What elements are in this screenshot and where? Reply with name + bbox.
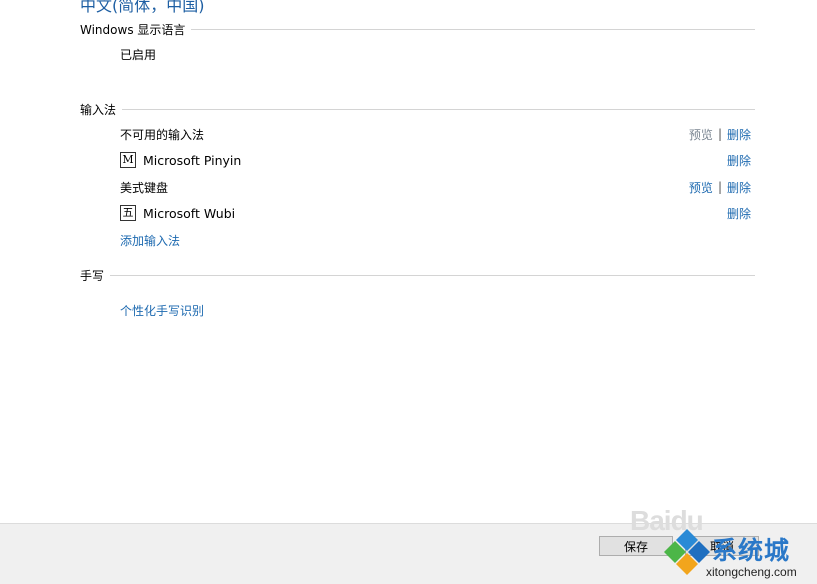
display-language-section: Windows 显示语言: [80, 21, 755, 37]
wubi-ime-icon: 五: [120, 205, 136, 221]
separator: |: [717, 180, 722, 194]
delete-link[interactable]: 删除: [727, 126, 751, 143]
input-method-row-pinyin: M Microsoft Pinyin 删除: [120, 151, 751, 169]
input-method-label: 不可用的输入法: [120, 127, 205, 142]
input-method-label: Microsoft Pinyin: [143, 152, 242, 168]
input-method-row-unavailable: 不可用的输入法 预览 | 删除: [120, 125, 751, 143]
input-methods-heading: 输入法: [80, 102, 117, 117]
divider: [110, 274, 755, 276]
personalize-handwriting-link[interactable]: 个性化手写识别: [120, 302, 204, 319]
input-method-label: Microsoft Wubi: [143, 205, 236, 221]
handwriting-section: 手写: [80, 267, 755, 283]
delete-link[interactable]: 删除: [727, 179, 751, 196]
save-button[interactable]: 保存: [599, 536, 673, 556]
input-method-label: 美式键盘: [120, 180, 169, 195]
delete-link[interactable]: 删除: [727, 205, 751, 222]
preview-link[interactable]: 预览: [689, 126, 713, 143]
delete-link[interactable]: 删除: [727, 152, 751, 169]
display-language-heading: Windows 显示语言: [80, 22, 186, 37]
xitongcheng-url: xitongcheng.com: [706, 565, 797, 579]
input-methods-section: 输入法: [80, 101, 755, 117]
xitongcheng-logo-icon: [664, 529, 710, 575]
preview-link[interactable]: 预览: [689, 179, 713, 196]
page-title: 中文(简体，中国): [80, 0, 205, 15]
display-language-status: 已启用: [120, 48, 157, 62]
divider: [191, 28, 755, 30]
handwriting-heading: 手写: [80, 268, 105, 283]
separator: |: [717, 127, 722, 141]
add-input-method-link[interactable]: 添加输入法: [120, 232, 180, 249]
pinyin-ime-icon: M: [120, 152, 136, 168]
input-method-row-wubi: 五 Microsoft Wubi 删除: [120, 204, 751, 222]
input-method-row-us-keyboard: 美式键盘 预览 | 删除: [120, 178, 751, 196]
divider: [122, 108, 755, 110]
xitongcheng-brand: 系统城: [712, 536, 791, 565]
